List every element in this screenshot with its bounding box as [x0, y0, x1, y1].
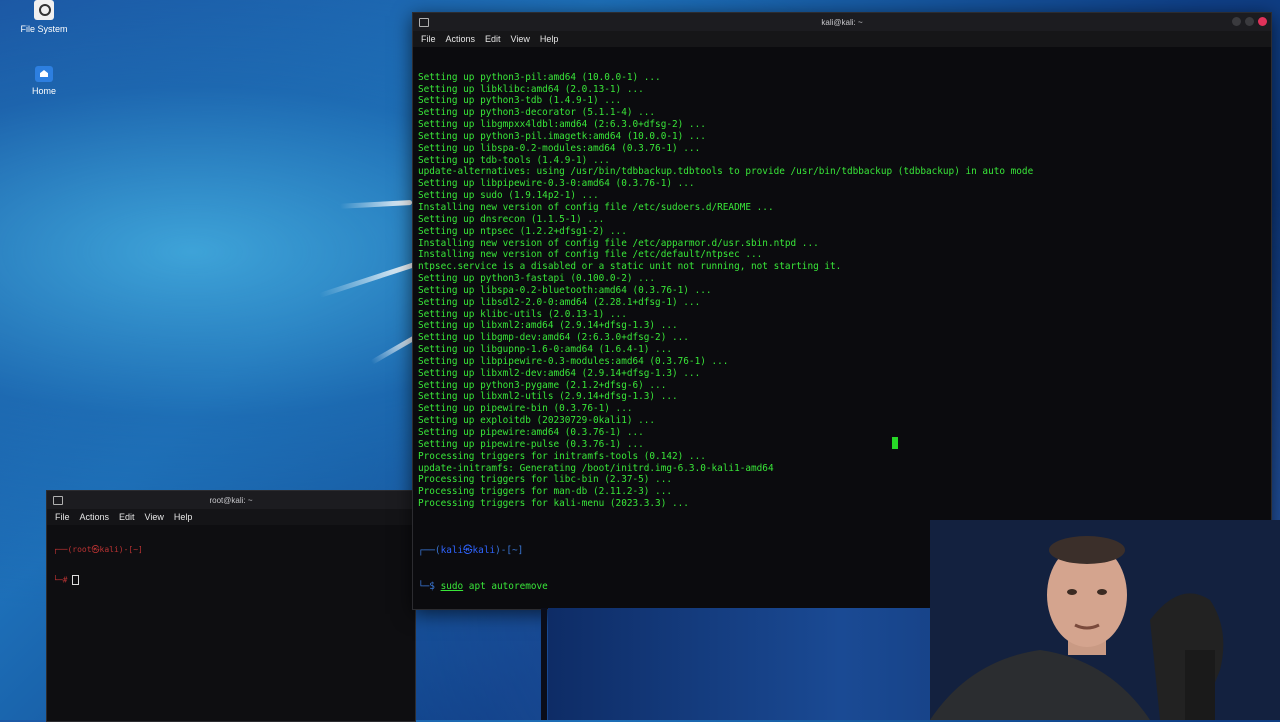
- terminal-output-line: Setting up pipewire:amd64 (0.3.76-1) ...: [418, 427, 644, 438]
- terminal-cursor: [72, 575, 80, 585]
- terminal-output-line: Setting up libsdl2-2.0-0:amd64 (2.28.1+d…: [418, 296, 701, 308]
- terminal-output-line: Setting up libklibc:amd64 (2.0.13-1) ...: [418, 83, 644, 95]
- desktop-icon-label: Home: [31, 86, 56, 96]
- main-terminal-menubar: File Actions Edit View Help: [413, 31, 1271, 47]
- terminal-output-line: Setting up libpipewire-0.3-modules:amd64…: [418, 355, 729, 367]
- prompt-dir: )-[~]: [495, 545, 524, 557]
- menu-actions[interactable]: Actions: [80, 512, 110, 522]
- window-title: root@kali: ~: [209, 496, 253, 505]
- terminal-output-line: Setting up sudo (1.9.14p2-1) ...: [418, 190, 599, 202]
- terminal-output-line: Setting up libxml2-dev:amd64 (2.9.14+dfs…: [418, 367, 701, 379]
- microphone-stand: [1185, 650, 1215, 720]
- terminal-output-line: Processing triggers for man-db (2.11.2-3…: [418, 486, 672, 498]
- terminal-output-line: Setting up tdb-tools (1.4.9-1) ...: [418, 154, 610, 166]
- command-text: apt autoremove: [463, 580, 548, 592]
- prompt-user: kali㉿kali: [440, 545, 496, 557]
- terminal-output-line: Setting up libpipewire-0.3-0:amd64 (0.3.…: [418, 178, 695, 190]
- menu-help[interactable]: Help: [174, 512, 193, 522]
- prompt-frame: ┌──(: [418, 545, 441, 557]
- root-terminal-titlebar[interactable]: root@kali: ~: [47, 491, 415, 509]
- terminal-output-line: Setting up libgmp-dev:amd64 (2:6.3.0+dfs…: [418, 332, 689, 344]
- terminal-output-line: Setting up python3-pygame (2.1.2+dfsg-6)…: [418, 379, 667, 391]
- kali-wallpaper-stroke: [319, 262, 416, 298]
- menu-edit[interactable]: Edit: [119, 512, 135, 522]
- desktop-icon-filesystem[interactable]: File System: [4, 0, 84, 34]
- desktop-icon-label: File System: [20, 24, 68, 34]
- stray-cursor-block: [892, 437, 898, 449]
- menu-view[interactable]: View: [145, 512, 164, 522]
- terminal-output-line: Setting up exploitdb (20230729-0kali1) .…: [418, 415, 656, 427]
- terminal-output-line: Processing triggers for initramfs-tools …: [418, 450, 706, 462]
- minimize-icon[interactable]: [1232, 17, 1241, 26]
- root-terminal-window[interactable]: root@kali: ~ File Actions Edit View Help…: [46, 490, 416, 722]
- terminal-output-line: Setting up dnsrecon (1.1.5-1) ...: [418, 213, 605, 225]
- menu-file[interactable]: File: [421, 34, 436, 44]
- menu-actions[interactable]: Actions: [446, 34, 476, 44]
- drive-icon: [34, 0, 54, 20]
- home-folder-icon: [35, 66, 53, 82]
- terminal-output-line: Setting up pipewire-pulse (0.3.76-1) ...: [418, 438, 644, 450]
- prompt-frame: └─$: [418, 580, 441, 592]
- root-terminal-menubar: File Actions Edit View Help: [47, 509, 415, 525]
- terminal-output-line: Installing new version of config file /e…: [418, 237, 819, 249]
- kali-wallpaper-stroke: [339, 200, 413, 209]
- terminal-output-line: Processing triggers for kali-menu (2023.…: [418, 498, 689, 510]
- terminal-output-line: Installing new version of config file /e…: [418, 249, 763, 261]
- menu-file[interactable]: File: [55, 512, 70, 522]
- terminal-output-line: Setting up libxml2:amd64 (2.9.14+dfsg-1.…: [418, 320, 678, 332]
- terminal-output-line: Setting up libspa-0.2-bluetooth:amd64 (0…: [418, 284, 712, 296]
- terminal-output-line: Setting up python3-fastapi (0.100.0-2) .…: [418, 273, 656, 285]
- terminal-output-line: Setting up python3-decorator (5.1.1-4) .…: [418, 107, 656, 119]
- terminal-output-line: Setting up klibc-utils (2.0.13-1) ...: [418, 308, 627, 320]
- terminal-output-line: Setting up python3-pil.imagetk:amd64 (10…: [418, 130, 706, 142]
- terminal-output-line: ntpsec.service is a disabled or a static…: [418, 261, 842, 273]
- terminal-output-line: update-alternatives: using /usr/bin/tdbb…: [418, 166, 1034, 178]
- terminal-output-line: Setting up libgupnp-1.6-0:amd64 (1.6.4-1…: [418, 344, 672, 356]
- webcam-presenter-overlay: [930, 520, 1280, 720]
- menu-help[interactable]: Help: [540, 34, 559, 44]
- presenter-hair: [1049, 536, 1125, 564]
- maximize-icon[interactable]: [1245, 17, 1254, 26]
- panel-divider: [541, 608, 547, 720]
- window-title: kali@kali: ~: [821, 18, 863, 27]
- root-terminal-output[interactable]: ┌──(root㉿kali)-[~] └─#: [53, 525, 143, 606]
- terminal-output-line: Setting up libgmpxx4ldbl:amd64 (2:6.3.0+…: [418, 119, 706, 131]
- terminal-output-line: Installing new version of config file /e…: [418, 201, 774, 213]
- close-icon[interactable]: [1258, 17, 1267, 26]
- terminal-output-line: Setting up python3-tdb (1.4.9-1) ...: [418, 95, 622, 107]
- menu-view[interactable]: View: [511, 34, 530, 44]
- terminal-output-line: Setting up ntpsec (1.2.2+dfsg1-2) ...: [418, 225, 627, 237]
- terminal-output-line: Setting up libspa-0.2-modules:amd64 (0.3…: [418, 142, 701, 154]
- terminal-output-line: Setting up python3-pil:amd64 (10.0.0-1) …: [418, 71, 661, 83]
- menu-edit[interactable]: Edit: [485, 34, 501, 44]
- main-terminal-titlebar[interactable]: kali@kali: ~: [413, 13, 1271, 31]
- terminal-output-line: update-initramfs: Generating /boot/initr…: [418, 462, 774, 474]
- root-prompt-top: ┌──(root㉿kali)-[~]: [53, 545, 143, 554]
- terminal-output-line: Setting up pipewire-bin (0.3.76-1) ...: [418, 403, 633, 415]
- command-sudo: sudo: [440, 580, 464, 592]
- terminal-output-line: Setting up libxml2-utils (2.9.14+dfsg-1.…: [418, 391, 678, 403]
- terminal-output-line: Processing triggers for libc-bin (2.37-5…: [418, 474, 672, 486]
- desktop-icon-home[interactable]: Home: [4, 66, 84, 96]
- root-prompt-bottom: └─#: [53, 575, 73, 585]
- kali-wallpaper-stroke: [370, 335, 417, 365]
